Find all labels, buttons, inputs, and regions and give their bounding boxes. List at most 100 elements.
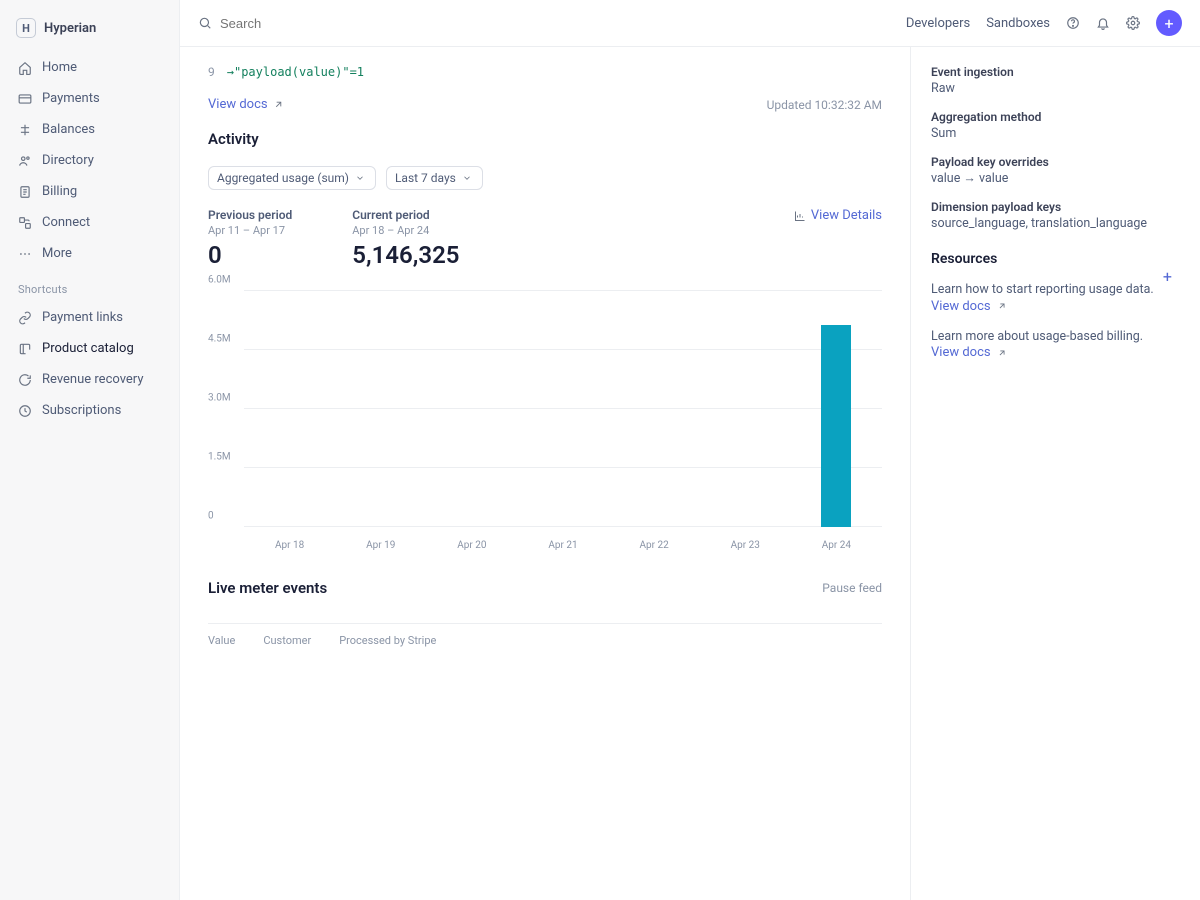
metric-filter[interactable]: Aggregated usage (sum)	[208, 166, 376, 190]
chart-icon	[793, 209, 807, 223]
resource-text: Learn how to start reporting usage data.	[931, 281, 1180, 299]
view-details-link[interactable]: View Details	[793, 208, 882, 223]
previous-period-range: Apr 11 – Apr 17	[208, 224, 292, 237]
y-axis-tick: 6.0M	[208, 275, 231, 286]
dimension-keys-label: Dimension payload keys	[931, 200, 1180, 214]
y-axis-tick: 0	[208, 511, 214, 522]
code-line-number: 9	[208, 65, 215, 79]
search-icon	[198, 16, 212, 30]
y-axis-tick: 3.0M	[208, 393, 231, 404]
x-axis-tick: Apr 22	[609, 540, 700, 551]
shortcut-payment-links[interactable]: Payment links	[10, 304, 169, 331]
chart-bar	[821, 325, 851, 527]
external-link-icon	[995, 346, 1009, 360]
topbar: Developers Sandboxes +	[180, 0, 1200, 47]
nav-balances[interactable]: Balances	[10, 116, 169, 143]
brand-logo: H	[16, 18, 36, 38]
nav-payments[interactable]: Payments	[10, 85, 169, 112]
x-axis-tick: Apr 19	[335, 540, 426, 551]
previous-period: Previous period Apr 11 – Apr 17 0	[208, 208, 292, 269]
nav-home[interactable]: Home	[10, 54, 169, 81]
code-line: 9 →"payload(value)"=1	[208, 65, 882, 79]
previous-period-value: 0	[208, 241, 292, 269]
period-filter[interactable]: Last 7 days	[386, 166, 483, 190]
nav-billing[interactable]: Billing	[10, 178, 169, 205]
x-axis-tick: Apr 20	[426, 540, 517, 551]
resource-docs-link[interactable]: View docs	[931, 299, 1009, 314]
nav-label: Revenue recovery	[42, 372, 143, 387]
column-header: Processed by Stripe	[339, 634, 436, 647]
pause-feed-button[interactable]: Pause feed	[822, 581, 882, 595]
previous-period-label: Previous period	[208, 208, 292, 222]
nav-label: Payment links	[42, 310, 123, 325]
catalog-icon	[18, 342, 32, 356]
event-ingestion-value: Raw	[931, 81, 1180, 96]
external-link-icon	[272, 98, 286, 112]
live-events-columns: Value Customer Processed by Stripe	[208, 623, 882, 647]
search[interactable]	[198, 16, 892, 31]
current-period: Current period Apr 18 – Apr 24 5,146,325	[352, 208, 459, 269]
payments-icon	[18, 92, 32, 106]
nav-label: Balances	[42, 122, 95, 137]
x-axis-tick: Apr 24	[791, 540, 882, 551]
view-docs-link[interactable]: View docs	[208, 97, 286, 112]
activity-title: Activity	[208, 130, 882, 148]
recovery-icon	[18, 373, 32, 387]
nav-label: Subscriptions	[42, 403, 121, 418]
resource-text: Learn more about usage-based billing.	[931, 328, 1180, 346]
sidebar: H Hyperian Home Payments Balances Direct…	[0, 0, 180, 900]
shortcut-revenue-recovery[interactable]: Revenue recovery	[10, 366, 169, 393]
chevron-down-icon	[460, 171, 474, 185]
search-input[interactable]	[220, 16, 420, 31]
nav-label: Home	[42, 60, 77, 75]
sandboxes-link[interactable]: Sandboxes	[986, 16, 1050, 31]
balances-icon	[18, 123, 32, 137]
nav-more[interactable]: More	[10, 240, 169, 267]
connect-icon	[18, 216, 32, 230]
current-period-label: Current period	[352, 208, 459, 222]
y-axis-tick: 4.5M	[208, 334, 231, 345]
updated-timestamp: Updated 10:32:32 AM	[767, 98, 882, 112]
help-icon[interactable]	[1066, 16, 1080, 30]
external-link-icon	[995, 299, 1009, 313]
nav-connect[interactable]: Connect	[10, 209, 169, 236]
create-button[interactable]: +	[1156, 10, 1182, 36]
details-panel: Event ingestion Raw Aggregation method S…	[910, 47, 1200, 900]
nav-label: Product catalog	[42, 341, 134, 356]
code-snippet: →"payload(value)"=1	[227, 65, 364, 79]
payload-override-label: Payload key overrides	[931, 155, 1180, 169]
column-header: Customer	[263, 634, 311, 647]
chevron-down-icon	[353, 171, 367, 185]
nav-directory[interactable]: Directory	[10, 147, 169, 174]
nav-label: Directory	[42, 153, 94, 168]
x-axis-tick: Apr 23	[700, 540, 791, 551]
brand-name: Hyperian	[44, 21, 96, 36]
nav-label: Payments	[42, 91, 100, 106]
x-axis-tick: Apr 21	[517, 540, 608, 551]
gear-icon[interactable]	[1126, 16, 1140, 30]
billing-icon	[18, 185, 32, 199]
x-axis-tick: Apr 18	[244, 540, 335, 551]
home-icon	[18, 61, 32, 75]
aggregation-label: Aggregation method	[931, 110, 1180, 124]
directory-icon	[18, 154, 32, 168]
aggregation-value: Sum	[931, 126, 1180, 141]
column-header: Value	[208, 634, 235, 647]
link-icon	[18, 311, 32, 325]
subscriptions-icon	[18, 404, 32, 418]
shortcuts-heading: Shortcuts	[10, 271, 169, 300]
shortcut-product-catalog[interactable]: Product catalog	[10, 335, 169, 362]
current-period-value: 5,146,325	[352, 241, 459, 269]
nav-label: Billing	[42, 184, 77, 199]
y-axis-tick: 1.5M	[208, 452, 231, 463]
event-ingestion-label: Event ingestion	[931, 65, 1180, 79]
dimension-keys-value: source_language, translation_language	[931, 216, 1180, 231]
developers-link[interactable]: Developers	[906, 16, 970, 31]
shortcut-subscriptions[interactable]: Subscriptions	[10, 397, 169, 424]
bell-icon[interactable]	[1096, 16, 1110, 30]
brand[interactable]: H Hyperian	[10, 14, 169, 50]
resource-docs-link[interactable]: View docs	[931, 345, 1009, 360]
payload-override-value: value → value	[931, 171, 1180, 186]
add-resource-button[interactable]: +	[1163, 267, 1172, 286]
current-period-range: Apr 18 – Apr 24	[352, 224, 459, 237]
